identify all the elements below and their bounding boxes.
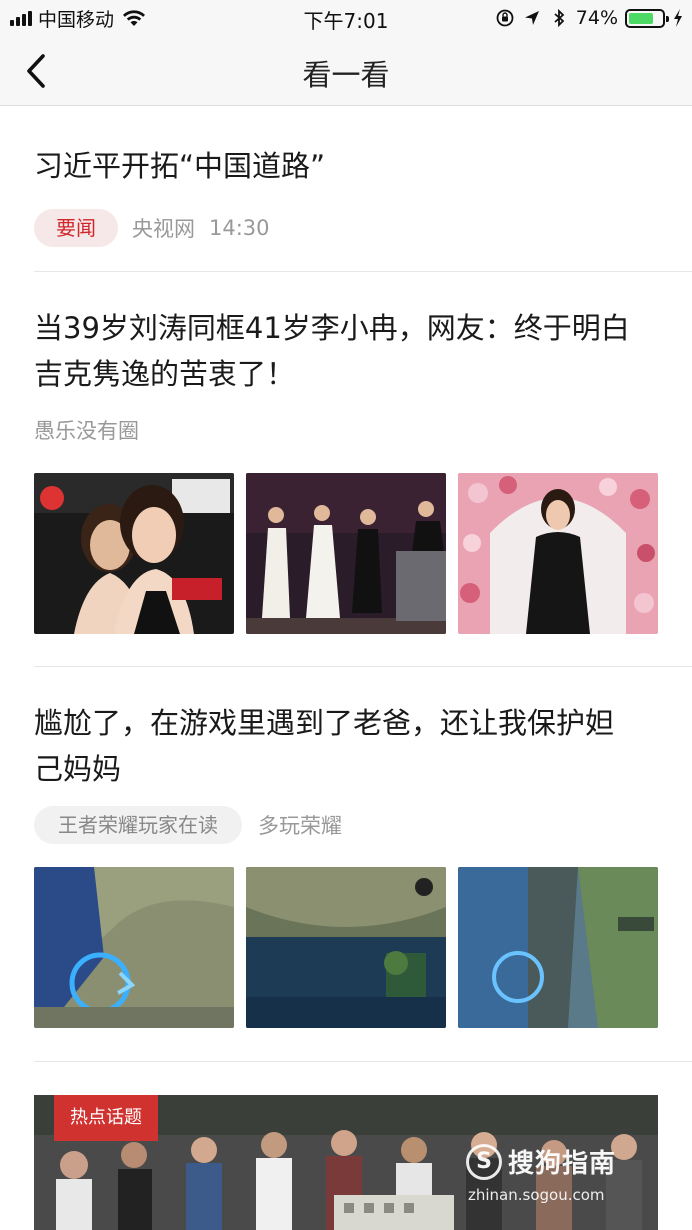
hot-topic-tag: 热点话题 (54, 1095, 158, 1141)
article-card[interactable]: 习近平开拓“中国道路” 要闻 央视网 14:30 (34, 143, 692, 247)
watermark-brand: 搜狗指南 (508, 1149, 617, 1179)
battery-icon (625, 8, 669, 28)
article-title[interactable]: 当39岁刘涛同框41岁李小冉，网友：终于明白 吉克隽逸的苦衷了！ (34, 305, 660, 397)
article-image[interactable] (34, 867, 234, 1028)
sogou-watermark: S 搜狗指南 zhinan.sogou.com (466, 1143, 636, 1204)
article-title[interactable]: 尴尬了，在游戏里遇到了老爸，还让我保护妲 己妈妈 (34, 700, 660, 792)
article-image[interactable] (246, 473, 446, 634)
divider (34, 1061, 692, 1062)
article-image[interactable] (458, 473, 658, 634)
hot-topic-card[interactable]: 热点话题 S 搜狗指南 zhinan.sogou.com (34, 1095, 658, 1230)
orientation-lock-icon (496, 9, 514, 27)
category-tag: 要闻 (34, 209, 118, 247)
watermark-url: zhinan.sogou.com (468, 1186, 605, 1204)
charging-icon (674, 9, 682, 27)
article-source: 央视网 (132, 217, 195, 241)
article-title[interactable]: 习近平开拓“中国道路” (34, 143, 660, 189)
article-image[interactable] (246, 867, 446, 1028)
nav-bar: 看一看 (0, 36, 692, 106)
image-row (34, 867, 658, 1028)
article-source: 多玩荣耀 (258, 814, 342, 838)
reading-tag: 王者荣耀玩家在读 (34, 806, 242, 844)
bluetooth-icon (554, 8, 565, 28)
article-image[interactable] (458, 867, 658, 1028)
article-card[interactable]: 尴尬了，在游戏里遇到了老爸，还让我保护妲 己妈妈 王者荣耀玩家在读 多玩荣耀 (34, 700, 692, 844)
article-source: 愚乐没有圈 (34, 419, 139, 443)
article-image[interactable] (34, 473, 234, 634)
location-icon (524, 11, 539, 25)
sogou-logo-icon: S (466, 1143, 502, 1180)
article-time: 14:30 (209, 216, 270, 240)
status-bar: 中国移动 下午7:01 74% (0, 0, 692, 36)
divider (34, 666, 692, 667)
divider (34, 271, 692, 272)
image-row (34, 473, 658, 634)
page-title: 看一看 (302, 58, 390, 92)
article-card[interactable]: 当39岁刘涛同框41岁李小冉，网友：终于明白 吉克隽逸的苦衷了！ 愚乐没有圈 (34, 305, 692, 449)
battery-level (629, 12, 653, 24)
battery-percent: 74% (575, 7, 618, 29)
